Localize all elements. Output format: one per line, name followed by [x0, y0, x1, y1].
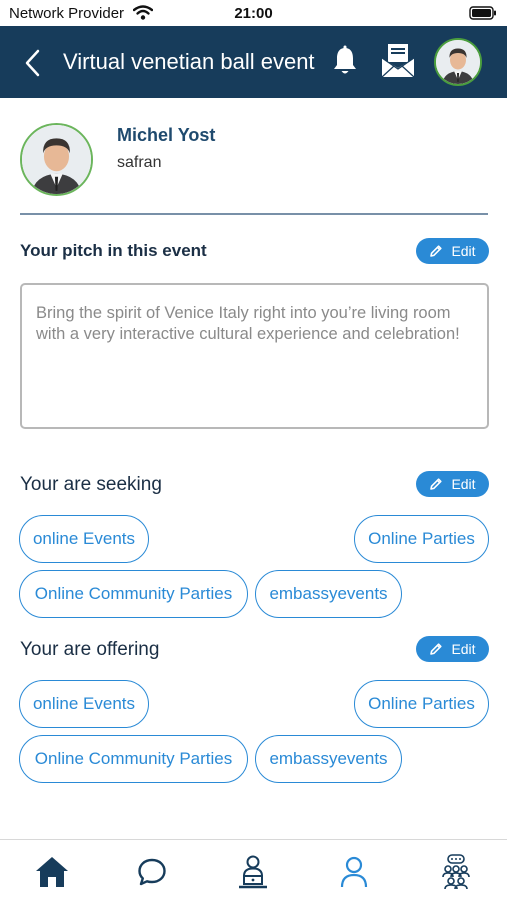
user-avatar-icon — [436, 40, 480, 84]
page-title: Virtual venetian ball event — [63, 49, 315, 74]
pitch-textarea[interactable]: Bring the spirit of Venice Italy right i… — [20, 283, 489, 429]
seeking-section-title: Your are seeking — [20, 474, 162, 495]
status-time: 21:00 — [234, 5, 273, 22]
profile-name: Michel Yost — [117, 125, 216, 145]
speaker-icon — [239, 855, 267, 889]
profile-avatar[interactable] — [20, 123, 93, 196]
seeking-tag[interactable]: embassyevents — [255, 570, 402, 618]
seeking-tag[interactable]: online Events — [19, 515, 149, 563]
divider — [20, 213, 488, 215]
edit-label: Edit — [451, 243, 476, 259]
edit-label: Edit — [451, 641, 476, 657]
chat-icon — [138, 858, 166, 886]
status-bar: Network Provider 21:00 — [0, 0, 507, 26]
app-header: Virtual venetian ball event — [0, 26, 507, 98]
offering-section-title: Your are offering — [20, 639, 160, 660]
edit-label: Edit — [451, 476, 476, 492]
pencil-icon — [430, 245, 443, 257]
offering-tag[interactable]: embassyevents — [255, 735, 402, 783]
edit-offering-button[interactable]: Edit — [416, 636, 489, 662]
edit-seeking-button[interactable]: Edit — [416, 471, 489, 497]
offering-tag[interactable]: Online Parties — [354, 680, 489, 728]
nav-profile[interactable] — [334, 852, 374, 892]
messages-icon[interactable] — [380, 42, 416, 80]
nav-community[interactable] — [436, 852, 476, 892]
profile-company: safran — [117, 154, 162, 171]
community-icon — [442, 854, 470, 890]
seeking-tag[interactable]: Online Community Parties — [19, 570, 248, 618]
battery-icon — [469, 6, 496, 20]
pencil-icon — [430, 478, 443, 490]
pencil-icon — [430, 643, 443, 655]
user-avatar-icon — [22, 125, 91, 194]
back-button[interactable] — [20, 48, 48, 78]
pitch-section-title: Your pitch in this event — [20, 241, 207, 260]
bottom-navigation — [0, 839, 507, 900]
nav-home[interactable] — [32, 852, 72, 892]
header-avatar[interactable] — [434, 38, 482, 86]
profile-icon — [340, 856, 368, 888]
home-icon — [36, 857, 68, 887]
edit-pitch-button[interactable]: Edit — [416, 238, 489, 264]
seeking-tag[interactable]: Online Parties — [354, 515, 489, 563]
notification-bell-icon[interactable] — [331, 45, 359, 77]
nav-speaker[interactable] — [233, 852, 273, 892]
offering-tag[interactable]: Online Community Parties — [19, 735, 248, 783]
nav-chat[interactable] — [132, 852, 172, 892]
offering-tag[interactable]: online Events — [19, 680, 149, 728]
